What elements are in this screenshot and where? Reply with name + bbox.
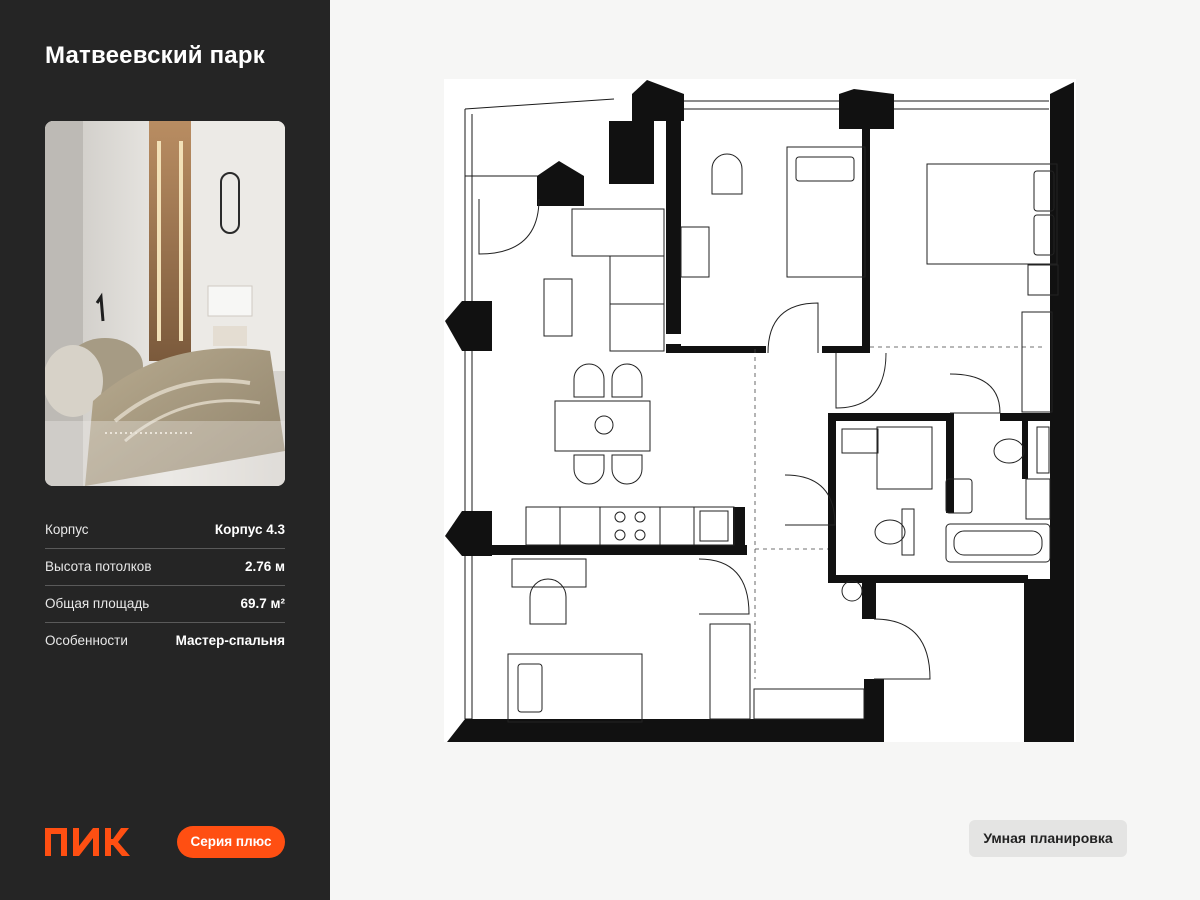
spec-label: Высота потолков — [45, 559, 152, 574]
spec-row-ceiling-height: Высота потолков 2.76 м — [45, 549, 285, 586]
specs-list: Корпус Корпус 4.3 Высота потолков 2.76 м… — [45, 512, 285, 659]
smart-layout-button[interactable]: Умная планировка — [969, 820, 1127, 857]
spec-value: Корпус 4.3 — [214, 522, 285, 537]
spec-row-building: Корпус Корпус 4.3 — [45, 512, 285, 549]
spec-label: Корпус — [45, 522, 89, 537]
spec-value: 2.76 м — [244, 559, 285, 574]
spec-row-features: Особенности Мастер-спальня — [45, 623, 285, 659]
floor-plan — [444, 79, 1076, 742]
spec-label: Особенности — [45, 633, 128, 648]
project-title: Матвеевский парк — [45, 42, 265, 69]
spec-row-total-area: Общая площадь 69.7 м² — [45, 586, 285, 623]
spec-value: 69.7 м² — [240, 596, 285, 611]
sidebar: Матвеевский парк Корпус Корпус 4.3 Высот… — [0, 0, 330, 900]
spec-value: Мастер-спальня — [175, 633, 285, 648]
series-plus-badge[interactable]: Серия плюс — [177, 826, 285, 858]
interior-photo — [45, 121, 285, 486]
spec-label: Общая площадь — [45, 596, 150, 611]
pik-logo — [45, 828, 130, 856]
